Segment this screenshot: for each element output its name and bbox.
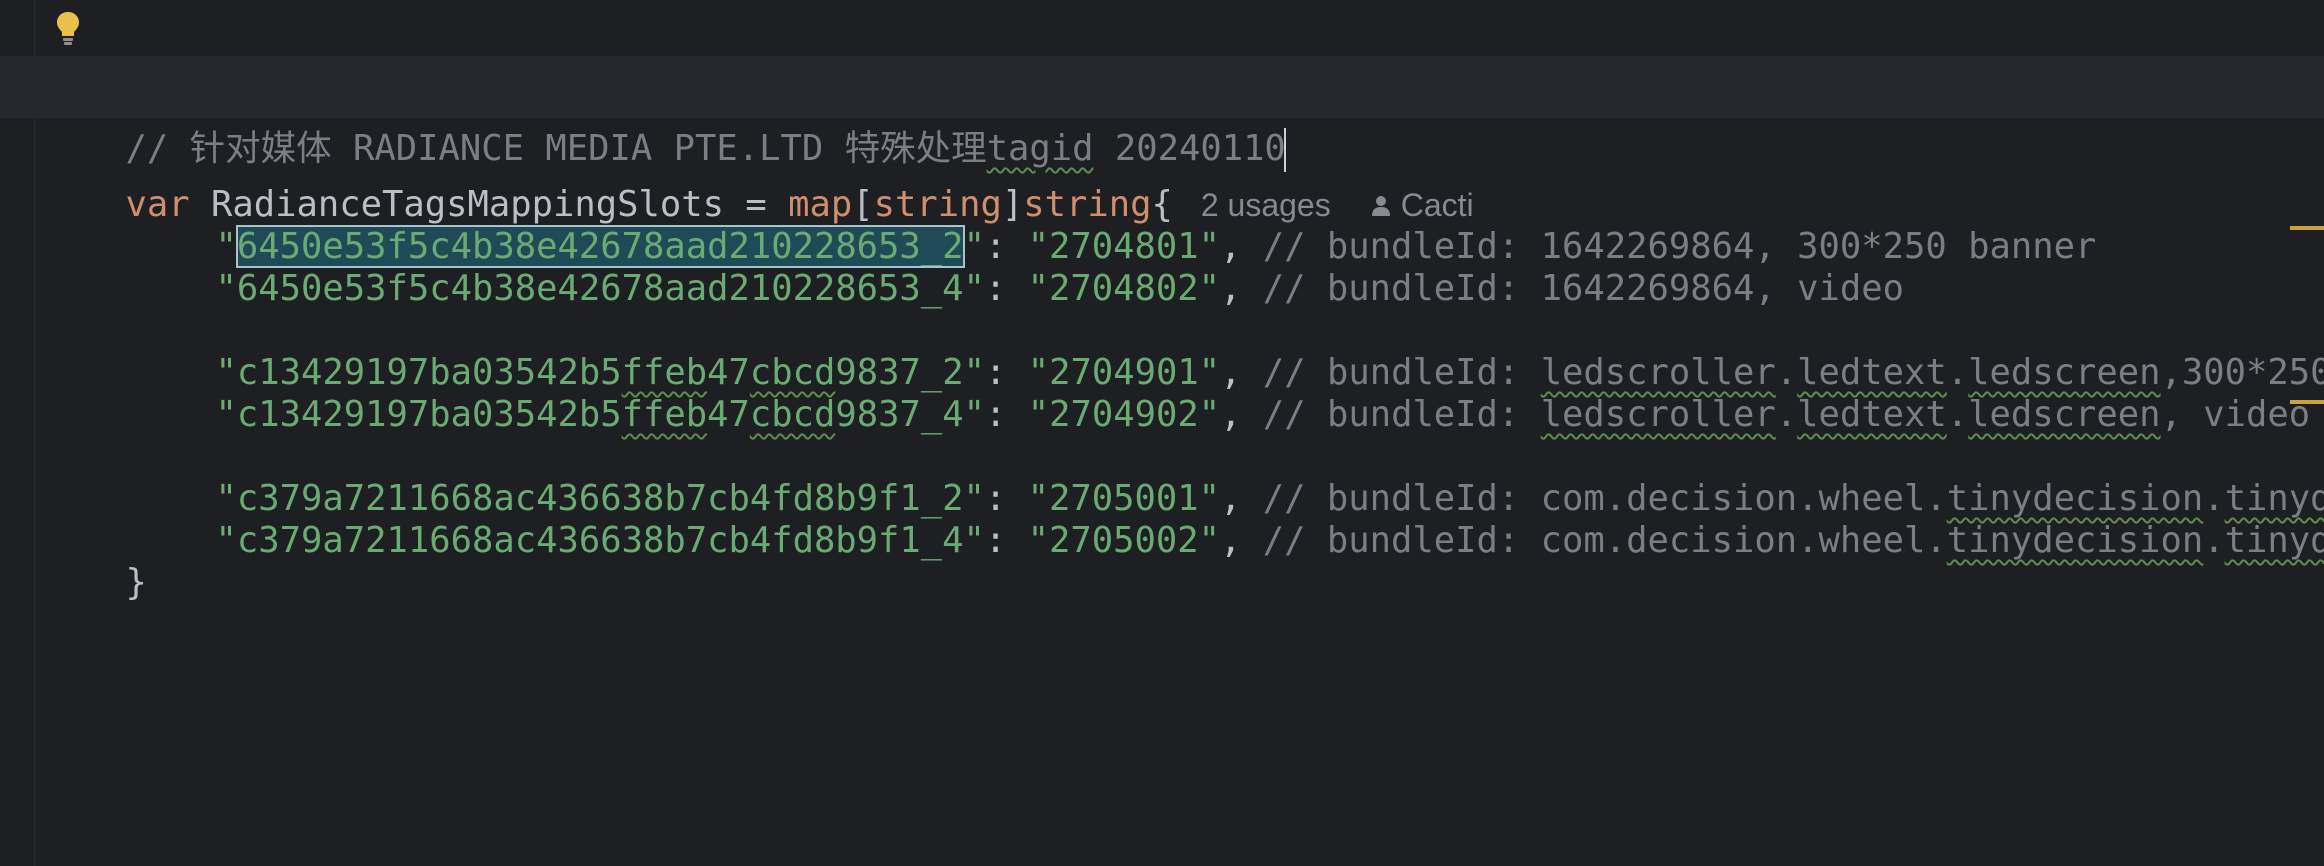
closing-brace: } (125, 562, 147, 603)
map-entry[interactable]: "6450e53f5c4b38e42678aad210228653_4": "2… (40, 196, 1904, 309)
gutter-divider (34, 0, 35, 866)
entry-comment: // bundleId: com.decision.wheel. (1262, 520, 1947, 561)
lightbulb-icon[interactable] (54, 10, 82, 46)
comment-dot: . (2203, 520, 2225, 561)
comment-typo-word: tinydecision (1946, 520, 2204, 561)
comment-typo-word: tinydeci (2224, 520, 2324, 561)
entry-comma: , (1220, 520, 1263, 561)
entry-key: "c379a7211668ac436638b7cb4fd8b9f1_4" (215, 520, 985, 561)
entry-value: "2705002" (1027, 520, 1221, 561)
code-editor[interactable]: // 针对媒体 RADIANCE MEDIA PTE.LTD 特殊处理tagid… (0, 0, 2324, 866)
entry-separator: : (984, 520, 1028, 561)
code-line-comment[interactable]: // 针对媒体 RADIANCE MEDIA PTE.LTD 特殊处理tagid… (40, 56, 1286, 172)
scrollbar-warning-marker[interactable] (2290, 226, 2324, 230)
map-entry[interactable]: "c379a7211668ac436638b7cb4fd8b9f1_4": "2… (40, 448, 2324, 561)
map-entry[interactable]: "c13429197ba03542b5ffeb47cbcd9837_4": "2… (40, 322, 2311, 435)
code-line-closing[interactable]: } (40, 490, 147, 603)
scrollbar-warning-marker[interactable] (2290, 400, 2324, 404)
